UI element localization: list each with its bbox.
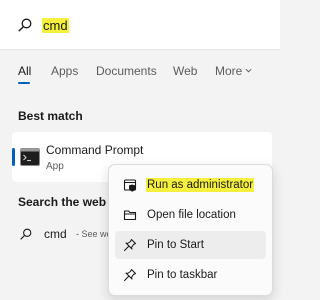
shield-icon <box>123 179 137 192</box>
chevron-down-icon <box>245 68 252 73</box>
search-input[interactable]: cmd <box>42 18 69 33</box>
tab-more[interactable]: More <box>215 62 252 80</box>
search-web-heading: Search the web <box>18 195 107 209</box>
tab-documents[interactable]: Documents <box>96 62 157 80</box>
tab-apps[interactable]: Apps <box>51 62 78 80</box>
tab-web[interactable]: Web <box>173 62 197 80</box>
best-match-heading: Best match <box>18 109 83 123</box>
menu-item-label: Pin to Start <box>147 239 204 251</box>
menu-item-label: Pin to taskbar <box>147 269 218 281</box>
active-tab-indicator <box>18 82 30 84</box>
search-box[interactable]: cmd <box>0 0 280 50</box>
tab-more-label: More <box>215 64 243 78</box>
menu-item-run-as-admin[interactable]: Run as administrator <box>115 171 266 199</box>
menu-item-open-file-location[interactable]: Open file location <box>115 201 266 229</box>
filter-tabs: All Apps Documents Web More <box>0 62 280 84</box>
pin-icon <box>123 268 137 282</box>
terminal-icon <box>20 148 40 166</box>
search-icon <box>18 18 32 32</box>
menu-item-label: Open file location <box>147 209 236 221</box>
web-search-query: cmd <box>44 227 67 241</box>
menu-item-label: Run as administrator <box>146 178 255 192</box>
selection-indicator <box>12 148 15 166</box>
tab-all[interactable]: All <box>18 62 31 80</box>
context-menu: Run as administrator Open file location … <box>108 164 273 296</box>
result-title: Command Prompt <box>46 143 144 157</box>
menu-item-pin-to-taskbar[interactable]: Pin to taskbar <box>115 261 266 289</box>
pin-icon <box>123 238 137 252</box>
menu-item-pin-to-start[interactable]: Pin to Start <box>115 231 266 259</box>
folder-icon <box>123 210 137 221</box>
result-subtitle: App <box>46 161 64 172</box>
search-icon <box>20 228 32 240</box>
